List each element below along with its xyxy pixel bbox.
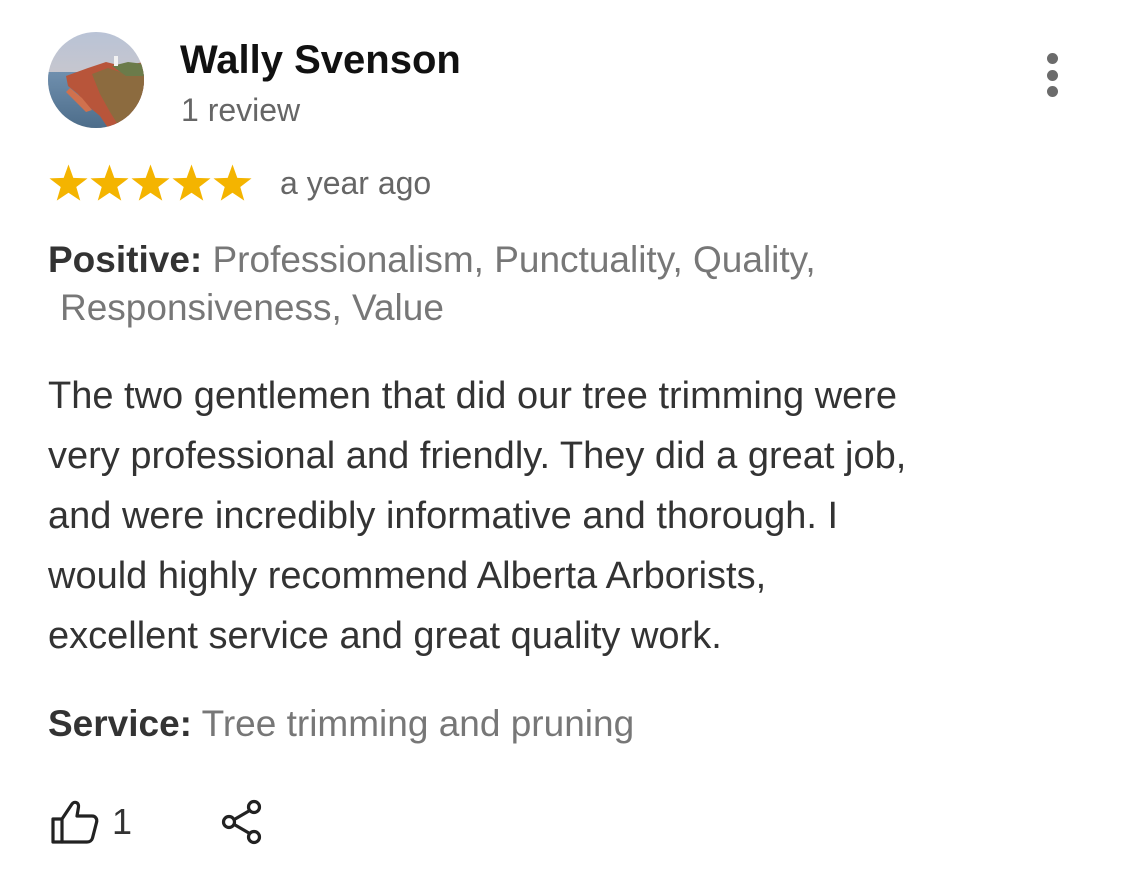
- avatar[interactable]: [48, 32, 144, 128]
- star-filled-icon: [213, 164, 252, 201]
- share-icon: [221, 799, 262, 845]
- review-text-line: very professional and friendly. They did…: [48, 435, 907, 477]
- share-button[interactable]: [220, 798, 264, 846]
- positive-label: Positive:: [48, 239, 203, 280]
- review-text-line: and were incredibly informative and thor…: [48, 495, 839, 537]
- review-text: The two gentlemen that did our tree trim…: [48, 366, 1058, 666]
- star-filled-icon: [172, 164, 211, 201]
- avatar-photo: [48, 32, 144, 128]
- star-filled-icon: [90, 164, 129, 201]
- review-text-line: excellent service and great quality work…: [48, 615, 722, 657]
- review-card: Wally Svenson 1 review a year ago Positi…: [0, 0, 1125, 880]
- positive-values-line2: Responsiveness, Value: [60, 287, 444, 328]
- star-filled-icon: [131, 164, 170, 201]
- review-actions: 1: [50, 796, 264, 848]
- review-text-line: would highly recommend Alberta Arborists…: [48, 555, 767, 597]
- more-vertical-icon-dot: [1046, 86, 1058, 97]
- review-date: a year ago: [280, 164, 432, 201]
- service-label: Service:: [48, 703, 192, 744]
- more-vertical-icon-dot: [1046, 69, 1058, 81]
- reviewer-name[interactable]: Wally Svenson: [180, 38, 461, 83]
- rating-row: a year ago: [48, 160, 431, 206]
- more-vertical-icon-dot: [1046, 53, 1058, 64]
- positive-values-line1: Professionalism, Punctuality, Quality,: [202, 239, 816, 280]
- positive-attributes: Positive: Professionalism, Punctuality, …: [48, 236, 1008, 332]
- like-button[interactable]: 1: [50, 799, 132, 845]
- reviewer-review-count: 1 review: [181, 92, 301, 128]
- star-rating: [48, 163, 253, 204]
- like-count: 1: [112, 801, 133, 842]
- service-info: Service: Tree trimming and pruning: [48, 700, 634, 748]
- thumbs-up-icon: [51, 800, 99, 844]
- service-value: Tree trimming and pruning: [192, 703, 635, 744]
- review-text-line: The two gentlemen that did our tree trim…: [48, 375, 898, 417]
- star-filled-icon: [49, 164, 88, 201]
- more-options-button[interactable]: [1030, 50, 1074, 100]
